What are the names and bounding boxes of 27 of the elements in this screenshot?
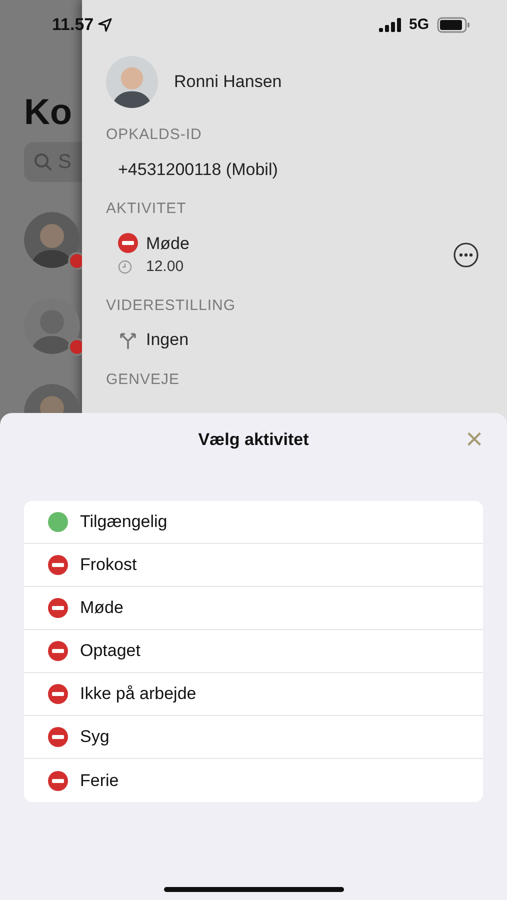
activity-option[interactable]: Syg	[24, 716, 483, 759]
activity-option[interactable]: Optaget	[24, 630, 483, 673]
search-icon	[34, 153, 52, 171]
section-heading: GENVEJE	[106, 370, 181, 390]
signal-icon	[378, 18, 403, 32]
activity-option[interactable]: Møde	[24, 587, 483, 630]
page-title: Ko	[23, 92, 73, 132]
clock-icon	[118, 260, 132, 274]
section-heading: OPKALDS-ID	[106, 125, 203, 145]
activity-option[interactable]: Ferie	[24, 759, 483, 802]
activity-time: 12.00	[146, 257, 184, 277]
caller-id: +4531200118 (Mobil)	[117, 158, 279, 180]
activity-option[interactable]: Frokost	[24, 544, 483, 587]
battery-icon	[437, 17, 471, 33]
network-label: 5G	[408, 14, 429, 35]
contact-name: Ronni Hansen	[174, 71, 282, 94]
activity-status: Møde	[146, 232, 190, 254]
busy-icon	[118, 233, 138, 254]
activity-option[interactable]: Ikke på arbejde	[24, 673, 483, 716]
location-arrow-icon	[98, 18, 112, 32]
forwarding-value: Ingen	[146, 329, 189, 351]
sheet-title: Vælg aktivitet	[198, 429, 309, 452]
activity-option[interactable]: Tilgængelig	[24, 501, 483, 544]
more-icon	[453, 242, 479, 268]
more-button[interactable]	[453, 242, 479, 268]
section-heading: AKTIVITET	[106, 199, 188, 219]
section-heading: VIDERESTILLING	[106, 296, 237, 316]
